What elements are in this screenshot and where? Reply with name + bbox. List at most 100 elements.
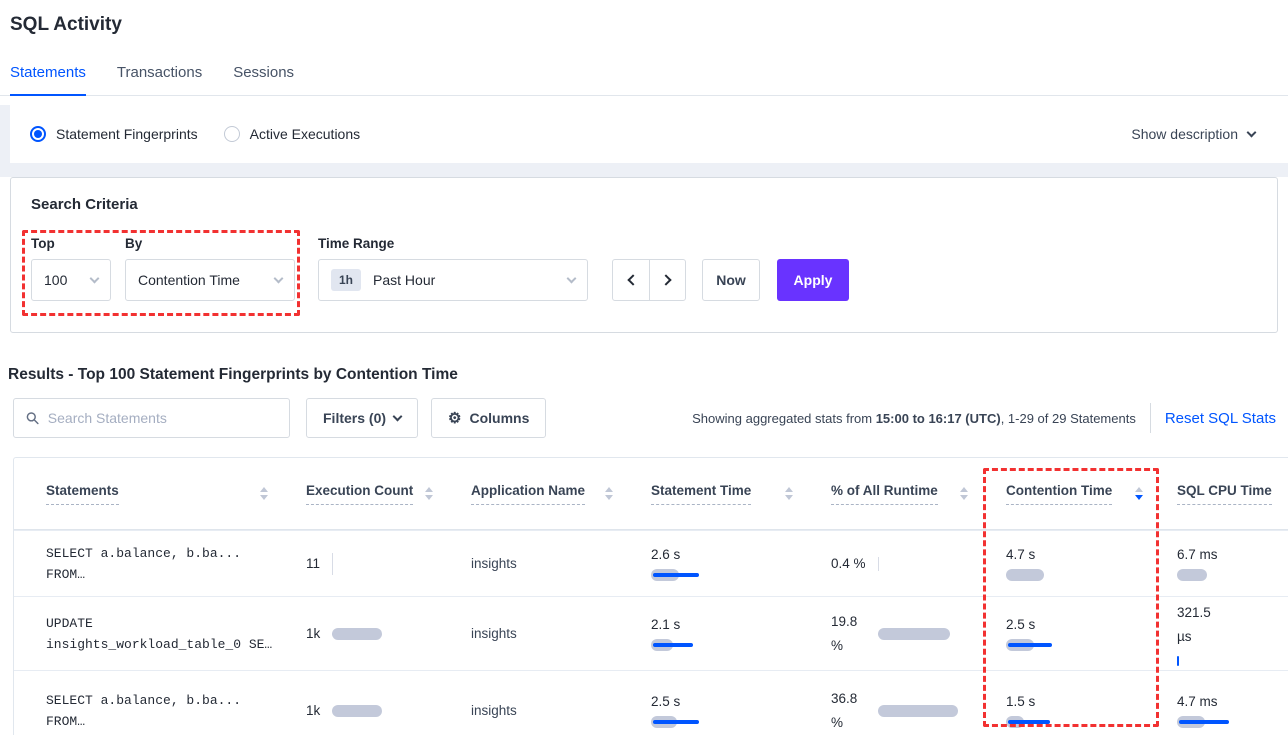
- column-header-statement-time[interactable]: Statement Time: [631, 483, 811, 505]
- sql-cpu-time-bar: [1177, 569, 1287, 581]
- time-range-field: Time Range 1h Past Hour: [295, 236, 588, 301]
- chevron-down-icon: [90, 274, 100, 284]
- column-header-sql-cpu-time[interactable]: SQL CPU Time: [1161, 483, 1288, 505]
- sql-cpu-time-cell: 321.5 µs: [1161, 597, 1288, 670]
- columns-label: Columns: [469, 410, 529, 426]
- column-header-runtime-pct[interactable]: % of All Runtime: [811, 483, 986, 505]
- sort-icon: [785, 487, 793, 500]
- contention-time-cell: 2.5 s: [986, 597, 1161, 670]
- contention-time-cell: 1.5 s: [986, 671, 1161, 735]
- application-name-cell: insights: [451, 671, 631, 735]
- top-select[interactable]: 100: [31, 259, 111, 301]
- radio-statement-fingerprints[interactable]: Statement Fingerprints: [30, 126, 198, 142]
- radio-active-executions[interactable]: Active Executions: [224, 126, 361, 142]
- statement-cell[interactable]: UPDATE insights_workload_table_0 SE…: [14, 597, 286, 670]
- execution-count-bar: [332, 628, 392, 640]
- view-toggle-bar: Statement Fingerprints Active Executions…: [10, 105, 1288, 163]
- radio-selected-icon[interactable]: [30, 126, 46, 142]
- time-range-select[interactable]: 1h Past Hour: [318, 259, 588, 301]
- column-header-contention-time[interactable]: Contention Time: [986, 483, 1161, 505]
- filters-button[interactable]: Filters (0): [306, 398, 418, 438]
- column-header-application-name[interactable]: Application Name: [451, 483, 631, 505]
- chevron-down-icon: [393, 412, 403, 422]
- search-criteria-heading: Search Criteria: [31, 196, 1257, 213]
- statement-time-bar: [651, 639, 761, 651]
- reset-sql-stats-link[interactable]: Reset SQL Stats: [1165, 410, 1276, 427]
- execution-count-cell: 1k: [286, 597, 451, 670]
- sort-icon: [425, 487, 433, 500]
- contention-time-bar: [1006, 716, 1116, 728]
- chevron-down-icon: [1247, 128, 1257, 138]
- table-row[interactable]: SELECT a.balance, b.ba... FROM… 1k insig…: [14, 670, 1288, 735]
- time-range-nav: [612, 259, 686, 301]
- execution-count-bar: [332, 553, 333, 575]
- time-range-value: Past Hour: [373, 272, 435, 288]
- execution-count-bar: [332, 705, 392, 717]
- stats-time-range: 15:00 to 16:17 (UTC): [876, 411, 1001, 426]
- radio-label: Statement Fingerprints: [56, 126, 198, 142]
- top-label: Top: [31, 236, 111, 251]
- apply-button[interactable]: Apply: [777, 259, 849, 301]
- next-interval-button[interactable]: [649, 260, 685, 300]
- tab-statements[interactable]: Statements: [10, 64, 86, 96]
- statement-cell[interactable]: SELECT a.balance, b.ba... FROM…: [14, 531, 286, 596]
- columns-button[interactable]: ⚙ Columns: [431, 398, 546, 438]
- runtime-pct-bar: [878, 557, 879, 571]
- by-label: By: [125, 236, 295, 251]
- tab-transactions[interactable]: Transactions: [117, 64, 202, 95]
- sql-cpu-time-bar: [1177, 716, 1287, 728]
- search-criteria-row: Top 100 By Contention Time Time Range 1h…: [31, 236, 1257, 301]
- column-header-statements[interactable]: Statements: [14, 483, 286, 505]
- chevron-right-icon: [660, 274, 671, 285]
- aggregated-stats-text: Showing aggregated stats from 15:00 to 1…: [692, 411, 1136, 426]
- execution-count-cell: 1k: [286, 671, 451, 735]
- results-heading: Results - Top 100 Statement Fingerprints…: [8, 366, 1288, 384]
- results-toolbar: Filters (0) ⚙ Columns Showing aggregated…: [13, 398, 1278, 438]
- statement-time-cell: 2.1 s: [631, 597, 811, 670]
- execution-count-cell: 11: [286, 531, 451, 596]
- top-select-value: 100: [44, 272, 67, 288]
- application-name-cell: insights: [451, 531, 631, 596]
- chevron-down-icon: [274, 274, 284, 284]
- table-row[interactable]: SELECT a.balance, b.ba... FROM… 11 insig…: [14, 530, 1288, 596]
- column-header-execution-count[interactable]: Execution Count: [286, 483, 451, 505]
- runtime-pct-cell: 19.8 %: [811, 597, 986, 670]
- radio-unselected-icon[interactable]: [224, 126, 240, 142]
- table-header-row: Statements Execution Count Application N…: [14, 458, 1288, 530]
- tabs: Statements Transactions Sessions: [0, 64, 1288, 96]
- statement-time-bar: [651, 569, 761, 581]
- contention-time-bar: [1006, 569, 1116, 581]
- page-header: SQL Activity: [0, 0, 1288, 36]
- application-name-cell: insights: [451, 597, 631, 670]
- by-field: By Contention Time: [111, 236, 295, 301]
- runtime-pct-bar: [878, 705, 986, 717]
- toolbar-divider: [1150, 403, 1151, 433]
- radio-label: Active Executions: [250, 126, 361, 142]
- view-toggle-band: Statement Fingerprints Active Executions…: [0, 105, 1288, 177]
- sort-icon: [260, 487, 268, 500]
- chevron-left-icon: [627, 274, 638, 285]
- search-statements-box[interactable]: [13, 398, 290, 438]
- statements-table: Statements Execution Count Application N…: [13, 457, 1288, 735]
- statement-time-cell: 2.6 s: [631, 531, 811, 596]
- time-range-badge: 1h: [331, 269, 361, 291]
- by-select[interactable]: Contention Time: [125, 259, 295, 301]
- search-statements-input[interactable]: [48, 410, 277, 426]
- prev-interval-button[interactable]: [613, 260, 649, 300]
- show-description-toggle[interactable]: Show description: [1131, 126, 1255, 142]
- contention-time-cell: 4.7 s: [986, 531, 1161, 596]
- sort-icon: [605, 487, 613, 500]
- sort-icon: [960, 487, 968, 500]
- sql-cpu-time-bar: [1177, 656, 1179, 666]
- table-row[interactable]: UPDATE insights_workload_table_0 SE… 1k …: [14, 596, 1288, 670]
- sql-cpu-time-cell: 6.7 ms: [1161, 531, 1288, 596]
- runtime-pct-cell: 0.4 %: [811, 531, 986, 596]
- now-button[interactable]: Now: [702, 259, 760, 301]
- by-select-value: Contention Time: [138, 272, 240, 288]
- gear-icon: ⚙: [448, 411, 461, 426]
- tab-sessions[interactable]: Sessions: [233, 64, 294, 95]
- page-title: SQL Activity: [10, 14, 1288, 36]
- contention-time-bar: [1006, 639, 1116, 651]
- statement-cell[interactable]: SELECT a.balance, b.ba... FROM…: [14, 671, 286, 735]
- top-field: Top 100: [31, 236, 111, 301]
